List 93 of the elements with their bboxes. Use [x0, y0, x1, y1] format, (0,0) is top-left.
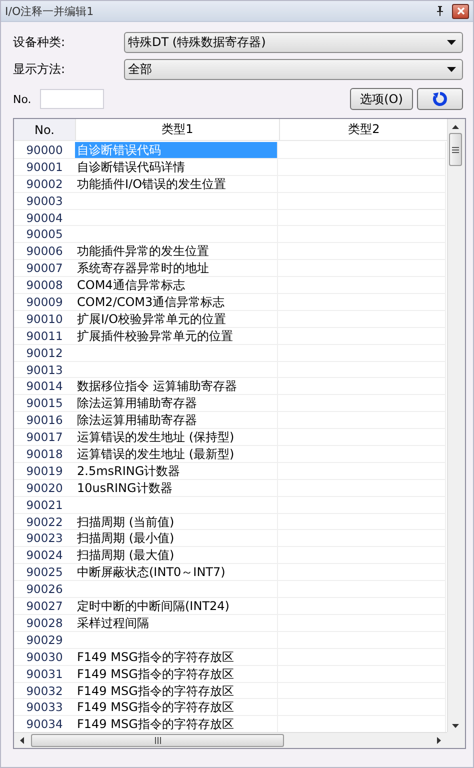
table-cell[interactable]	[278, 344, 446, 362]
table-cell[interactable]: F149 MSG指令的字符存放区	[75, 666, 278, 682]
scroll-right-icon[interactable]	[437, 737, 441, 744]
table-cell[interactable]	[278, 362, 446, 378]
row-number: 90022	[14, 514, 75, 530]
table-cell[interactable]: 10usRING计数器	[75, 480, 278, 497]
refresh-button[interactable]	[417, 88, 463, 110]
table-cell[interactable]	[278, 564, 446, 582]
table-cell[interactable]	[278, 514, 446, 530]
table-cell[interactable]: 扫描周期 (最小值)	[75, 530, 278, 548]
table-cell[interactable]	[278, 260, 446, 278]
dropdown-arrow-icon	[447, 40, 456, 45]
table-cell[interactable]: 除法运算用辅助寄存器	[75, 395, 278, 412]
table-cell[interactable]: F149 MSG指令的字符存放区	[75, 699, 278, 716]
close-button[interactable]	[452, 4, 469, 18]
table-cell[interactable]	[278, 547, 446, 564]
table-cell[interactable]	[278, 614, 446, 632]
scrollbar-thumb[interactable]	[449, 133, 462, 166]
table-cell[interactable]: 系统寄存器异常时的地址	[75, 260, 278, 278]
table-cell[interactable]	[278, 412, 446, 430]
table-cell[interactable]: 运算错误的发生地址 (最新型)	[75, 446, 278, 463]
table-cell[interactable]	[278, 462, 446, 480]
row-number: 90021	[14, 496, 75, 514]
table-cell[interactable]: F149 MSG指令的字符存放区	[75, 682, 278, 700]
table-cell[interactable]	[278, 310, 446, 328]
row-number: 90031	[14, 666, 75, 682]
field-label: No.	[13, 92, 32, 106]
table-cell[interactable]: 功能插件异常的发生位置	[75, 243, 278, 260]
table-cell[interactable]: 功能插件I/O错误的发生位置	[75, 176, 278, 193]
table-cell[interactable]	[278, 328, 446, 345]
dropdown-arrow-icon	[447, 67, 456, 72]
table-cell[interactable]	[278, 243, 446, 260]
field-label: 设备种类:	[13, 34, 66, 51]
column-header[interactable]: No.	[14, 119, 76, 140]
row-number: 90012	[14, 344, 75, 362]
table-cell[interactable]	[278, 682, 446, 700]
row-number: 90032	[14, 682, 75, 700]
row-number: 90013	[14, 362, 75, 378]
table-cell[interactable]	[278, 632, 446, 649]
column-header[interactable]: 类型1	[76, 119, 280, 140]
close-icon	[456, 7, 464, 15]
pin-icon[interactable]	[436, 6, 444, 16]
table-cell[interactable]	[278, 226, 446, 244]
vertical-scrollbar[interactable]	[447, 119, 463, 732]
dropdown[interactable]: 特殊DT (特殊数据寄存器)	[124, 32, 463, 53]
table-cell[interactable]	[278, 530, 446, 548]
table-cell[interactable]	[278, 176, 446, 193]
table-cell[interactable]: 数据移位指令 运算辅助寄存器	[75, 378, 278, 396]
table-cell[interactable]	[278, 496, 446, 514]
table-cell[interactable]	[278, 480, 446, 497]
options-button[interactable]: 选项(O)	[350, 88, 413, 110]
table-cell[interactable]	[278, 277, 446, 294]
table-cell[interactable]: 除法运算用辅助寄存器	[75, 412, 278, 430]
table-cell[interactable]: 定时中断的中断间隔(INT24)	[75, 598, 278, 615]
scroll-up-icon[interactable]	[452, 125, 459, 129]
table-cell[interactable]	[278, 210, 446, 226]
row-number: 90030	[14, 648, 75, 666]
scroll-left-icon[interactable]	[20, 737, 24, 744]
row-number: 90004	[14, 210, 75, 226]
table-cell[interactable]	[278, 158, 446, 176]
table-cell[interactable]	[278, 192, 446, 210]
table-cell[interactable]: 运算错误的发生地址 (保持型)	[75, 429, 278, 446]
refresh-icon	[432, 91, 448, 107]
field-label: 显示方法:	[13, 61, 66, 78]
table-cell[interactable]	[278, 699, 446, 716]
table-cell[interactable]	[278, 446, 446, 463]
table-cell[interactable]: 采样过程间隔	[75, 614, 278, 632]
table-cell[interactable]	[278, 648, 446, 666]
table-cell[interactable]: COM2/COM3通信异常标志	[75, 294, 278, 311]
scroll-down-icon[interactable]	[452, 724, 459, 728]
row-number: 90003	[14, 192, 75, 210]
table-cell[interactable]	[278, 598, 446, 615]
table-cell[interactable]: 自诊断错误代码详情	[75, 158, 278, 176]
table-cell[interactable]: F149 MSG指令的字符存放区	[75, 648, 278, 666]
table-cell[interactable]	[278, 581, 446, 598]
table-cell[interactable]: 扩展插件校验异常单元的位置	[75, 328, 278, 345]
table-cell[interactable]	[278, 294, 446, 311]
table-cell[interactable]	[278, 429, 446, 446]
table-cell[interactable]: COM4通信异常标志	[75, 277, 278, 294]
horizontal-scrollbar[interactable]	[14, 732, 447, 748]
input-field[interactable]	[40, 89, 104, 109]
scrollbar-thumb[interactable]	[31, 734, 284, 747]
table-cell[interactable]: 扩展I/O校验异常单元的位置	[75, 310, 278, 328]
window-title: I/O注释一并编辑1	[5, 4, 95, 18]
table-cell[interactable]	[278, 666, 446, 682]
dropdown[interactable]: 全部	[124, 59, 463, 80]
table-cell[interactable]: 扫描周期 (当前值)	[75, 514, 278, 530]
table-cell[interactable]	[278, 395, 446, 412]
table-cell[interactable]: 2.5msRING计数器	[75, 462, 278, 480]
table-cell[interactable]: 扫描周期 (最大值)	[75, 547, 278, 564]
table-cell[interactable]: 中断屏蔽状态(INT0～INT7)	[75, 564, 278, 582]
table-cell[interactable]	[278, 142, 446, 159]
table-cell[interactable]	[278, 378, 446, 396]
